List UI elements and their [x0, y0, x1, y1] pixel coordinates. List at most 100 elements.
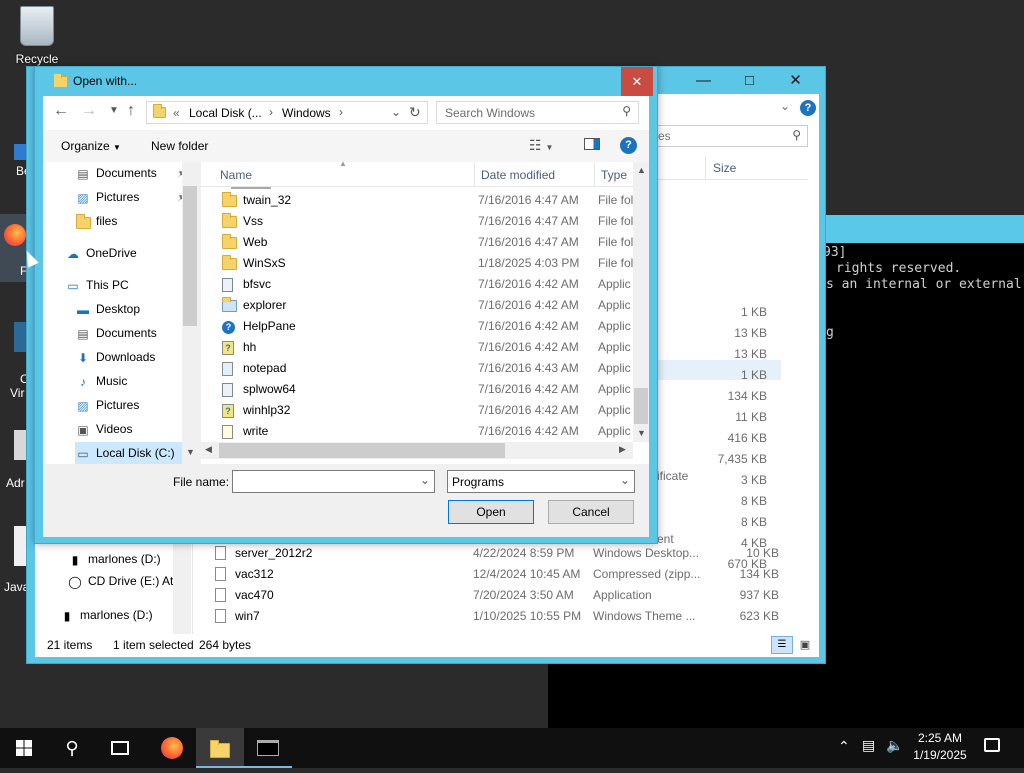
file-row[interactable]: splwow64 7/16/2016 4:42 AM Applic [201, 379, 631, 400]
file-row[interactable]: bfsvc 7/16/2016 4:42 AM Applic [201, 274, 631, 295]
breadcrumb-prefix[interactable]: « [173, 106, 180, 120]
forward-arrow-icon[interactable]: → [81, 102, 97, 120]
type-column-header[interactable]: Type [601, 168, 627, 182]
chevron-down-icon[interactable]: ▼ [637, 428, 646, 438]
nav-scrollbar[interactable]: ▼ [182, 162, 198, 464]
file-row[interactable]: ? hh 7/16/2016 4:42 AM Applic [201, 337, 631, 358]
view-options-icon[interactable]: ☷ ▼ [529, 137, 553, 154]
search-windows-box[interactable]: Search Windows ⚲ [436, 101, 639, 124]
open-with-dialog[interactable]: Open with... ✕ ← → ▼ ↑ « Local Disk (...… [34, 66, 658, 544]
file-list-hscrollbar[interactable]: ◀ ▶ [201, 442, 633, 459]
explorer-file-type: Windows Theme ... [593, 609, 696, 623]
address-dropdown-icon[interactable]: ⌄ [391, 105, 401, 119]
file-row[interactable]: ? winhlp32 7/16/2016 4:42 AM Applic [201, 400, 631, 421]
tree-item-pictures[interactable]: ▨ Pictures [75, 394, 139, 416]
open-button[interactable]: Open [448, 500, 534, 524]
back-arrow-icon[interactable]: ← [53, 102, 69, 120]
task-view-button[interactable] [96, 728, 144, 768]
start-button[interactable] [0, 728, 48, 768]
network-icon[interactable]: ▤ [862, 737, 875, 754]
dialog-close-button[interactable]: ✕ [621, 67, 653, 96]
explorer-expand-chevron-icon[interactable]: ⌄ [780, 99, 790, 113]
explorer-column-header[interactable]: Size [653, 156, 808, 180]
file-list-vscroll-thumb[interactable] [634, 388, 648, 424]
search-button[interactable]: ⚲ [48, 728, 96, 768]
recent-locations-icon[interactable]: ▼ [109, 105, 119, 116]
file-date: 7/16/2016 4:43 AM [478, 361, 579, 375]
explorer-help-icon[interactable]: ? [800, 100, 816, 116]
file-row[interactable]: notepad 7/16/2016 4:43 AM Applic [201, 358, 631, 379]
chevron-left-icon[interactable]: ◀ [205, 444, 212, 455]
chevron-down-icon[interactable]: ▼ [186, 447, 195, 457]
file-date: 7/16/2016 4:47 AM [478, 214, 579, 228]
file-explorer-taskbar-button[interactable] [196, 728, 244, 768]
dialog-title-bar[interactable]: Open with... [35, 67, 621, 96]
close-button[interactable]: ✕ [773, 67, 818, 95]
show-hidden-icons-icon[interactable]: ⌃ [838, 738, 850, 755]
tree-item-desktop[interactable]: ▬ Desktop [75, 298, 140, 320]
new-folder-button[interactable]: New folder [151, 139, 208, 153]
file-list-hscroll-thumb[interactable] [219, 443, 505, 458]
up-arrow-icon[interactable]: ↑ [127, 102, 135, 120]
file-name-combobox[interactable]: ⌄ [232, 470, 435, 493]
chevron-down-icon[interactable]: ⌄ [620, 473, 630, 487]
minimize-button[interactable]: — [681, 67, 726, 95]
file-type-filter[interactable]: Programs ⌄ [447, 470, 635, 493]
notifications-icon[interactable] [984, 738, 1000, 752]
clock[interactable]: 2:25 AM 1/19/2025 [908, 731, 972, 762]
nav-item-usb-drive-2[interactable]: ▮ marlones (D:) [59, 604, 153, 626]
breadcrumb-local-disk[interactable]: Local Disk (... [189, 106, 262, 120]
volume-icon[interactable]: 🔈 [886, 737, 903, 754]
nav-scroll-thumb[interactable] [183, 186, 197, 326]
firefox-taskbar-button[interactable] [148, 728, 196, 768]
explorer-file-row[interactable]: win7 1/10/2025 10:55 PM Windows Theme ... 6… [203, 606, 803, 627]
explorer-file-row[interactable]: vac312 12/4/2024 10:45 AM Compressed (zipp… [203, 564, 803, 585]
details-view-icon[interactable]: ☰ [771, 636, 793, 654]
tree-item-this-pc[interactable]: ▭ This PC [65, 274, 128, 296]
tree-item-music[interactable]: ♪ Music [75, 370, 127, 392]
tree-item-documents[interactable]: ▤Documents📌 [75, 162, 188, 184]
tiles-view-icon[interactable]: ▣ [795, 636, 815, 654]
file-list-vscrollbar[interactable]: ▲ ▼ [633, 162, 649, 442]
file-row[interactable]: Vss 7/16/2016 4:47 AM File fol [201, 211, 633, 232]
maximize-button[interactable]: □ [727, 67, 772, 95]
chevron-right-icon[interactable]: ▶ [619, 444, 626, 455]
file-row[interactable]: write 7/16/2016 4:42 AM Applic [201, 421, 631, 442]
date-column-header[interactable]: Date modified [481, 168, 555, 182]
address-bar[interactable]: « Local Disk (... › Windows › ⌄ ↻ [146, 101, 428, 124]
chevron-down-icon[interactable]: ⌄ [420, 473, 430, 487]
size-column-header[interactable]: Size [713, 161, 736, 175]
command-prompt-taskbar-button[interactable] [244, 728, 292, 768]
nav-item-cd-drive[interactable]: ◯ CD Drive (E:) Atl [67, 570, 176, 592]
chevron-up-icon[interactable]: ▲ [637, 165, 646, 175]
file-row[interactable]: ? HelpPane 7/16/2016 4:42 AM Applic [201, 316, 631, 337]
tree-item-onedrive[interactable]: ☁ OneDrive [65, 242, 137, 264]
notepad-icon [222, 358, 233, 379]
file-type: Applic [598, 298, 631, 312]
preview-pane-icon[interactable] [584, 138, 600, 150]
explorer-file-row[interactable]: server_2012r2 4/22/2024 8:59 PM Windows De… [203, 543, 803, 564]
file-row[interactable]: Web 7/16/2016 4:47 AM File fol [201, 232, 633, 253]
nav-item-usb-drive[interactable]: ▮ marlones (D:) [67, 548, 161, 570]
tree-item-files[interactable]: files [75, 210, 117, 232]
explorer-search-box[interactable]: es ⚲ [653, 125, 808, 147]
tree-item-downloads[interactable]: ⬇ Downloads [75, 346, 155, 368]
desktop-shortcut-firefox[interactable]: F [0, 214, 27, 282]
tree-item-videos[interactable]: ▣ Videos [75, 418, 132, 440]
file-row[interactable]: explorer 7/16/2016 4:42 AM Applic [201, 295, 631, 316]
file-size: 8 KB [740, 515, 767, 529]
tree-item-documents[interactable]: ▤ Documents [75, 322, 156, 344]
tree-item-local-disk-c[interactable]: ▭ Local Disk (C:) [75, 442, 183, 464]
organize-button[interactable]: Organize ▼ [61, 139, 121, 153]
explorer-file-row[interactable]: vac470 7/20/2024 3:50 AM Application 937 KB [203, 585, 803, 606]
name-column-header[interactable]: Name [220, 168, 252, 182]
breadcrumb-windows[interactable]: Windows [282, 106, 331, 120]
refresh-icon[interactable]: ↻ [409, 104, 421, 121]
cancel-button[interactable]: Cancel [548, 500, 634, 524]
search-icon: ⚲ [622, 104, 631, 118]
tree-item-pictures[interactable]: ▨Pictures📌 [75, 186, 188, 208]
file-row[interactable]: twain_32 7/16/2016 4:47 AM File fol [201, 190, 633, 211]
help-icon[interactable]: ? [620, 137, 637, 154]
file-row[interactable]: WinSxS 1/18/2025 4:03 PM File fol [201, 253, 633, 274]
file-date: 7/16/2016 4:47 AM [478, 193, 579, 207]
